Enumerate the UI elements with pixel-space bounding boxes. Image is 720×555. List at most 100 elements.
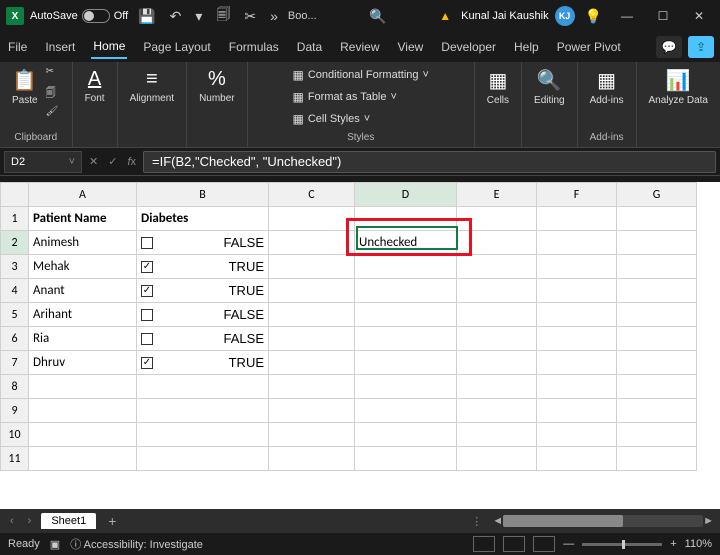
- page-layout-view-button[interactable]: [503, 536, 525, 552]
- cell-e5[interactable]: [457, 303, 537, 327]
- enter-formula-button[interactable]: ✓: [105, 155, 120, 168]
- row-header-4[interactable]: 4: [1, 279, 29, 303]
- cell-a5[interactable]: Arihant: [29, 303, 137, 327]
- addins-button[interactable]: ▦Add-ins: [586, 66, 628, 108]
- row-header-9[interactable]: 9: [1, 399, 29, 423]
- name-box[interactable]: D2˅: [4, 151, 82, 173]
- cell-g4[interactable]: [617, 279, 697, 303]
- tab-formulas[interactable]: Formulas: [227, 36, 281, 58]
- tab-view[interactable]: View: [396, 36, 426, 58]
- tab-home[interactable]: Home: [91, 35, 127, 59]
- cell-a6[interactable]: Ria: [29, 327, 137, 351]
- cell-b2[interactable]: FALSE: [137, 231, 269, 255]
- alignment-button[interactable]: ≡Alignment: [126, 66, 178, 106]
- copy-icon[interactable]: 🗐: [212, 4, 234, 28]
- col-header-f[interactable]: F: [537, 183, 617, 207]
- close-button[interactable]: ✕: [684, 9, 714, 23]
- cell-b4[interactable]: ✓TRUE: [137, 279, 269, 303]
- cell-a7[interactable]: Dhruv: [29, 351, 137, 375]
- worksheet-grid[interactable]: A B C D E F G 1 Patient Name Diabetes 2 …: [0, 176, 720, 509]
- user-name[interactable]: Kunal Jai Kaushik: [461, 10, 548, 22]
- cell-e7[interactable]: [457, 351, 537, 375]
- cell-a3[interactable]: Mehak: [29, 255, 137, 279]
- tab-insert[interactable]: Insert: [43, 36, 77, 58]
- scroll-right-icon[interactable]: ►: [703, 515, 714, 527]
- cut-icon[interactable]: ✂: [240, 8, 260, 25]
- cell-d6[interactable]: [355, 327, 457, 351]
- cell-f1[interactable]: [537, 207, 617, 231]
- cell-c1[interactable]: [269, 207, 355, 231]
- cell-g5[interactable]: [617, 303, 697, 327]
- format-as-table-button[interactable]: ▦Format as Table ˅: [288, 88, 400, 106]
- row-header-7[interactable]: 7: [1, 351, 29, 375]
- zoom-level[interactable]: 110%: [685, 538, 712, 550]
- cell-d4[interactable]: [355, 279, 457, 303]
- row-header-6[interactable]: 6: [1, 327, 29, 351]
- checkbox-checked-icon[interactable]: ✓: [141, 285, 153, 297]
- lightbulb-icon[interactable]: 💡: [581, 8, 606, 25]
- cell-e3[interactable]: [457, 255, 537, 279]
- add-sheet-button[interactable]: +: [102, 513, 122, 529]
- row-header-3[interactable]: 3: [1, 255, 29, 279]
- checkbox-icon[interactable]: [141, 333, 153, 345]
- editing-button[interactable]: 🔍Editing: [530, 66, 569, 108]
- save-icon[interactable]: 💾: [134, 8, 159, 25]
- cut-button[interactable]: ✂: [46, 66, 64, 80]
- tab-page-layout[interactable]: Page Layout: [141, 36, 212, 58]
- cell-d5[interactable]: [355, 303, 457, 327]
- col-header-b[interactable]: B: [137, 183, 269, 207]
- minimize-button[interactable]: —: [612, 9, 642, 23]
- comments-button[interactable]: 💬: [656, 36, 682, 58]
- macro-record-icon[interactable]: ▣: [50, 538, 60, 551]
- redo-icon[interactable]: ▾: [191, 8, 206, 25]
- select-all-button[interactable]: [1, 183, 29, 207]
- row-header-2[interactable]: 2: [1, 231, 29, 255]
- cell-g1[interactable]: [617, 207, 697, 231]
- row-header-5[interactable]: 5: [1, 303, 29, 327]
- tab-developer[interactable]: Developer: [439, 36, 498, 58]
- sheet-tab-sheet1[interactable]: Sheet1: [41, 513, 96, 529]
- maximize-button[interactable]: ☐: [648, 9, 678, 23]
- cell-e2[interactable]: [457, 231, 537, 255]
- col-header-c[interactable]: C: [269, 183, 355, 207]
- copy-button[interactable]: 🗐: [46, 86, 64, 100]
- number-button[interactable]: %Number: [195, 66, 239, 106]
- normal-view-button[interactable]: [473, 536, 495, 552]
- cell-c3[interactable]: [269, 255, 355, 279]
- cell-b3[interactable]: ✓TRUE: [137, 255, 269, 279]
- zoom-in-button[interactable]: +: [670, 538, 676, 550]
- sheet-nav-prev[interactable]: ‹: [6, 515, 18, 527]
- page-break-view-button[interactable]: [533, 536, 555, 552]
- row-header-11[interactable]: 11: [1, 447, 29, 471]
- scroll-left-icon[interactable]: ◄: [492, 515, 503, 527]
- toggle-off-icon[interactable]: [82, 9, 110, 23]
- cell-c5[interactable]: [269, 303, 355, 327]
- cell-a2[interactable]: Animesh: [29, 231, 137, 255]
- tab-file[interactable]: File: [6, 36, 29, 58]
- col-header-a[interactable]: A: [29, 183, 137, 207]
- zoom-slider[interactable]: [582, 543, 662, 546]
- cell-g2[interactable]: [617, 231, 697, 255]
- cell-f2[interactable]: [537, 231, 617, 255]
- tab-review[interactable]: Review: [338, 36, 381, 58]
- cancel-formula-button[interactable]: ✕: [86, 155, 101, 168]
- row-header-10[interactable]: 10: [1, 423, 29, 447]
- scrollbar-thumb[interactable]: [503, 515, 623, 527]
- col-header-g[interactable]: G: [617, 183, 697, 207]
- formula-input[interactable]: =IF(B2,"Checked", "Unchecked"): [143, 151, 716, 173]
- user-avatar[interactable]: KJ: [555, 6, 575, 26]
- fx-icon[interactable]: fx: [124, 156, 139, 168]
- checkbox-icon[interactable]: [141, 309, 153, 321]
- cell-f7[interactable]: [537, 351, 617, 375]
- cell-d7[interactable]: [355, 351, 457, 375]
- col-header-e[interactable]: E: [457, 183, 537, 207]
- checkbox-icon[interactable]: [141, 237, 153, 249]
- col-header-d[interactable]: D: [355, 183, 457, 207]
- cell-a4[interactable]: Anant: [29, 279, 137, 303]
- cell-f4[interactable]: [537, 279, 617, 303]
- undo-icon[interactable]: ↶: [166, 8, 186, 25]
- row-header-1[interactable]: 1: [1, 207, 29, 231]
- accessibility-button[interactable]: ⓘ Accessibility: Investigate: [70, 536, 203, 552]
- cell-g3[interactable]: [617, 255, 697, 279]
- search-icon[interactable]: 🔍: [365, 8, 390, 25]
